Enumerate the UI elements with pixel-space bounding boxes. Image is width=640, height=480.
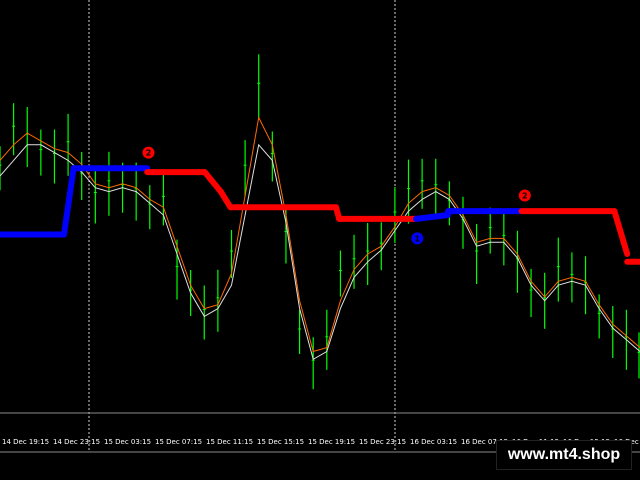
x-tick-label: 15 Dec 03:15 [104, 438, 151, 446]
signal-marker-label: 1 [414, 234, 420, 243]
x-tick-label: 15 Dec 15:15 [257, 438, 304, 446]
x-tick-label: 14 Dec 23:15 [53, 438, 100, 446]
price-chart: 2 1 2 14 Dec 19:15 14 Dec 23:15 15 Dec 03:15… [0, 0, 640, 480]
trend-segment [413, 212, 451, 222]
signal-marker-label: 2 [146, 149, 152, 158]
x-tick-label: 16 Dec 03:15 [410, 438, 457, 446]
watermark: www.mt4.shop [496, 440, 632, 470]
x-tick-label: 15 Dec 07:15 [155, 438, 202, 446]
x-tick-label: 14 Dec 19:15 [2, 438, 49, 446]
chart-background [0, 0, 640, 480]
x-tick-label: 15 Dec 11:15 [206, 438, 253, 446]
x-tick-label: 15 Dec 23:15 [359, 438, 406, 446]
x-tick-label: 15 Dec 19:15 [308, 438, 355, 446]
signal-marker-label: 2 [522, 192, 528, 201]
